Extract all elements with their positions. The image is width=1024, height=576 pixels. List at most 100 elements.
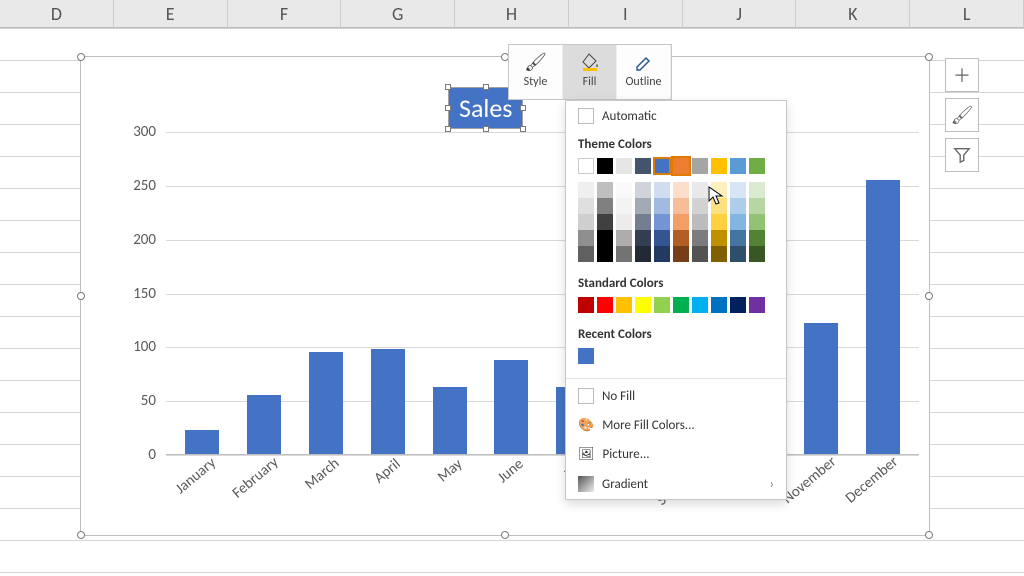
more-fill-colors-item[interactable]: 🎨 More Fill Colors... bbox=[566, 411, 786, 440]
chart-object[interactable]: Sales 050100150200250300 JanuaryFebruary… bbox=[80, 56, 930, 536]
color-swatch[interactable] bbox=[616, 214, 632, 230]
color-swatch[interactable] bbox=[597, 230, 613, 246]
color-swatch[interactable] bbox=[711, 297, 727, 313]
selection-handle[interactable] bbox=[925, 53, 933, 61]
color-swatch[interactable] bbox=[730, 158, 746, 174]
data-bar[interactable]: April bbox=[371, 349, 405, 454]
color-swatch[interactable] bbox=[692, 297, 708, 313]
selection-handle[interactable] bbox=[77, 292, 85, 300]
outline-button[interactable]: Outline bbox=[617, 45, 671, 99]
color-swatch[interactable] bbox=[654, 182, 670, 198]
color-swatch[interactable] bbox=[730, 297, 746, 313]
data-bar[interactable]: May bbox=[433, 387, 467, 454]
column-header-cell[interactable]: E bbox=[114, 0, 228, 28]
color-swatch[interactable] bbox=[654, 246, 670, 262]
chart-styles-button[interactable]: 🖌 bbox=[945, 98, 979, 132]
color-swatch[interactable] bbox=[692, 198, 708, 214]
color-swatch[interactable] bbox=[597, 158, 613, 174]
color-swatch[interactable] bbox=[616, 182, 632, 198]
color-swatch[interactable] bbox=[692, 158, 708, 174]
color-swatch[interactable] bbox=[692, 246, 708, 262]
color-swatch[interactable] bbox=[749, 214, 765, 230]
color-swatch[interactable] bbox=[597, 198, 613, 214]
picture-fill-item[interactable]: 🖼 Picture... bbox=[566, 440, 786, 469]
color-swatch[interactable] bbox=[749, 182, 765, 198]
color-swatch[interactable] bbox=[692, 182, 708, 198]
color-swatch[interactable] bbox=[578, 214, 594, 230]
column-header-cell[interactable]: H bbox=[455, 0, 569, 28]
style-button[interactable]: 🖌 Style bbox=[509, 45, 563, 99]
selection-handle[interactable] bbox=[925, 292, 933, 300]
selection-handle[interactable] bbox=[501, 531, 509, 539]
color-swatch[interactable] bbox=[654, 230, 670, 246]
color-swatch[interactable] bbox=[654, 198, 670, 214]
color-swatch[interactable] bbox=[692, 230, 708, 246]
color-swatch[interactable] bbox=[635, 158, 651, 174]
automatic-fill-item[interactable]: Automatic bbox=[566, 101, 786, 131]
color-swatch[interactable] bbox=[711, 230, 727, 246]
data-bar[interactable]: June bbox=[494, 360, 528, 454]
color-swatch[interactable] bbox=[635, 214, 651, 230]
color-swatch[interactable] bbox=[635, 182, 651, 198]
color-swatch[interactable] bbox=[654, 214, 670, 230]
color-swatch[interactable] bbox=[673, 198, 689, 214]
color-swatch[interactable] bbox=[635, 246, 651, 262]
color-swatch[interactable] bbox=[578, 198, 594, 214]
color-swatch[interactable] bbox=[616, 158, 632, 174]
color-swatch[interactable] bbox=[749, 198, 765, 214]
no-fill-item[interactable]: No Fill bbox=[566, 381, 786, 411]
color-swatch[interactable] bbox=[635, 297, 651, 313]
color-swatch[interactable] bbox=[635, 230, 651, 246]
color-swatch[interactable] bbox=[749, 158, 765, 174]
selection-handle[interactable] bbox=[77, 531, 85, 539]
color-swatch[interactable] bbox=[749, 230, 765, 246]
color-swatch[interactable] bbox=[616, 230, 632, 246]
color-swatch[interactable] bbox=[673, 214, 689, 230]
color-swatch[interactable] bbox=[578, 230, 594, 246]
color-swatch[interactable] bbox=[654, 297, 670, 313]
gradient-fill-item[interactable]: Gradient › bbox=[566, 469, 786, 499]
color-swatch[interactable] bbox=[730, 214, 746, 230]
data-bar[interactable]: November bbox=[804, 323, 838, 454]
column-header-cell[interactable]: J bbox=[683, 0, 797, 28]
color-swatch[interactable] bbox=[730, 246, 746, 262]
fill-button[interactable]: Fill bbox=[563, 45, 617, 99]
color-swatch[interactable] bbox=[673, 230, 689, 246]
color-swatch[interactable] bbox=[730, 198, 746, 214]
column-header-cell[interactable]: L bbox=[910, 0, 1024, 28]
column-header-cell[interactable]: I bbox=[569, 0, 683, 28]
color-swatch[interactable] bbox=[654, 158, 670, 174]
color-swatch[interactable] bbox=[578, 158, 594, 174]
color-swatch[interactable] bbox=[597, 214, 613, 230]
color-swatch[interactable] bbox=[673, 297, 689, 313]
color-swatch[interactable] bbox=[711, 214, 727, 230]
color-swatch[interactable] bbox=[673, 158, 689, 174]
color-swatch[interactable] bbox=[578, 348, 594, 364]
chart-elements-button[interactable]: ＋ bbox=[945, 58, 979, 92]
selection-handle[interactable] bbox=[925, 531, 933, 539]
plot-area[interactable]: 050100150200250300 JanuaryFebruaryMarchA… bbox=[111, 132, 919, 455]
chart-filter-button[interactable] bbox=[945, 138, 979, 172]
color-swatch[interactable] bbox=[749, 297, 765, 313]
color-swatch[interactable] bbox=[673, 182, 689, 198]
color-swatch[interactable] bbox=[578, 182, 594, 198]
column-header-cell[interactable]: F bbox=[228, 0, 342, 28]
color-swatch[interactable] bbox=[711, 158, 727, 174]
color-swatch[interactable] bbox=[597, 297, 613, 313]
column-header-cell[interactable]: G bbox=[341, 0, 455, 28]
column-header-cell[interactable]: K bbox=[796, 0, 910, 28]
color-swatch[interactable] bbox=[692, 214, 708, 230]
selection-handle[interactable] bbox=[77, 53, 85, 61]
column-header-cell[interactable]: D bbox=[0, 0, 114, 28]
color-swatch[interactable] bbox=[635, 198, 651, 214]
color-swatch[interactable] bbox=[616, 297, 632, 313]
data-bar[interactable]: December bbox=[866, 180, 900, 454]
color-swatch[interactable] bbox=[711, 246, 727, 262]
color-swatch[interactable] bbox=[597, 182, 613, 198]
color-swatch[interactable] bbox=[730, 182, 746, 198]
data-bar[interactable]: March bbox=[309, 352, 343, 454]
color-swatch[interactable] bbox=[597, 246, 613, 262]
color-swatch[interactable] bbox=[578, 297, 594, 313]
color-swatch[interactable] bbox=[749, 246, 765, 262]
data-bar[interactable]: February bbox=[247, 395, 281, 454]
